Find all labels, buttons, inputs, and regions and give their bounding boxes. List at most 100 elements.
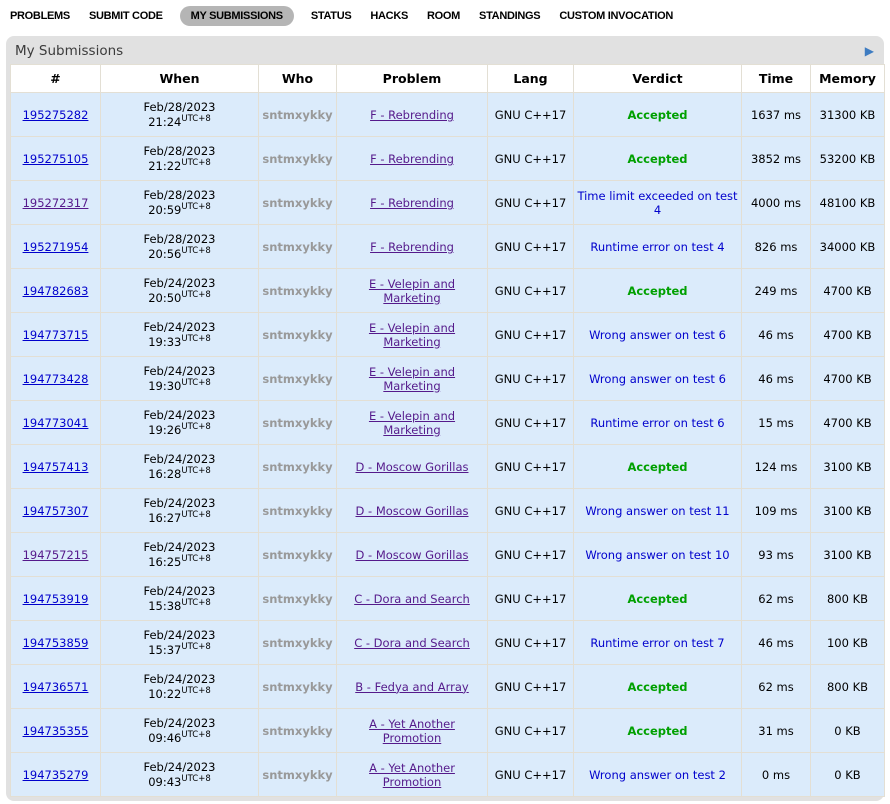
submission-date: Feb/24/2023 — [104, 452, 255, 466]
verdict-text[interactable]: Accepted — [627, 460, 687, 474]
problem-link[interactable]: F - Rebrending — [370, 196, 454, 210]
verdict-text[interactable]: Runtime error on test 7 — [590, 636, 724, 650]
problem-link[interactable]: C - Dora and Search — [354, 592, 470, 606]
verdict-text[interactable]: Accepted — [627, 108, 687, 122]
user-handle[interactable]: sntmxykky — [262, 328, 332, 342]
verdict-text[interactable]: Accepted — [627, 592, 687, 606]
submission-id-link[interactable]: 194782683 — [23, 284, 89, 298]
submission-id-link[interactable]: 194773041 — [23, 416, 89, 430]
user-handle[interactable]: sntmxykky — [262, 768, 332, 782]
submission-time: 09:46UTC+8 — [104, 730, 255, 745]
verdict-text[interactable]: Wrong answer on test 2 — [589, 768, 726, 782]
submission-id-link[interactable]: 194753859 — [23, 636, 89, 650]
submission-id-link[interactable]: 194773428 — [23, 372, 89, 386]
problem-link[interactable]: E - Velepin and Marketing — [369, 321, 455, 349]
submission-id-link[interactable]: 195275282 — [23, 108, 89, 122]
verdict-text[interactable]: Runtime error on test 4 — [590, 240, 724, 254]
submission-id-link[interactable]: 195271954 — [23, 240, 89, 254]
problem-link[interactable]: D - Moscow Gorillas — [356, 504, 469, 518]
submission-lang: GNU C++17 — [488, 533, 574, 577]
submission-date: Feb/24/2023 — [104, 584, 255, 598]
user-handle[interactable]: sntmxykky — [262, 240, 332, 254]
user-handle[interactable]: sntmxykky — [262, 196, 332, 210]
problem-link[interactable]: C - Dora and Search — [354, 636, 470, 650]
problem-link[interactable]: A - Yet Another Promotion — [369, 761, 455, 789]
user-handle[interactable]: sntmxykky — [262, 372, 332, 386]
submission-id-link[interactable]: 194757413 — [23, 460, 89, 474]
submission-id-link[interactable]: 194773715 — [23, 328, 89, 342]
timezone-label: UTC+8 — [181, 774, 210, 784]
verdict-text[interactable]: Wrong answer on test 6 — [589, 328, 726, 342]
problem-link[interactable]: F - Rebrending — [370, 152, 454, 166]
problem-link[interactable]: F - Rebrending — [370, 108, 454, 122]
nav-item-room[interactable]: ROOM — [425, 6, 462, 26]
submission-when: Feb/28/2023 21:22UTC+8 — [101, 137, 259, 181]
submission-time: 10:22UTC+8 — [104, 686, 255, 701]
problem-link[interactable]: E - Velepin and Marketing — [369, 365, 455, 393]
nav-item-problems[interactable]: PROBLEMS — [8, 6, 72, 26]
nav-item-custom-invocation[interactable]: CUSTOM INVOCATION — [557, 6, 675, 26]
submission-id-link[interactable]: 194753919 — [23, 592, 89, 606]
verdict-text[interactable]: Time limit exceeded on test 4 — [577, 189, 737, 217]
submission-date: Feb/24/2023 — [104, 760, 255, 774]
submission-memory: 48100 KB — [811, 181, 885, 225]
problem-link[interactable]: E - Velepin and Marketing — [369, 409, 455, 437]
verdict-text[interactable]: Runtime error on test 6 — [590, 416, 724, 430]
nav-item-status[interactable]: STATUS — [309, 6, 354, 26]
submissions-table: # When Who Problem Lang Verdict Time Mem… — [10, 64, 885, 797]
submission-date: Feb/24/2023 — [104, 320, 255, 334]
submission-date: Feb/24/2023 — [104, 628, 255, 642]
user-handle[interactable]: sntmxykky — [262, 460, 332, 474]
header-time: Time — [742, 65, 811, 93]
timezone-label: UTC+8 — [181, 642, 210, 652]
submission-date: Feb/24/2023 — [104, 496, 255, 510]
verdict-text[interactable]: Wrong answer on test 11 — [585, 504, 729, 518]
nav-item-my-submissions[interactable]: MY SUBMISSIONS — [180, 6, 294, 26]
user-handle[interactable]: sntmxykky — [262, 152, 332, 166]
submission-id-link[interactable]: 195272317 — [23, 196, 89, 210]
submission-lang: GNU C++17 — [488, 269, 574, 313]
expand-arrow-icon[interactable]: ▶ — [865, 45, 874, 57]
verdict-text[interactable]: Accepted — [627, 152, 687, 166]
nav-item-submit-code[interactable]: SUBMIT CODE — [87, 6, 165, 26]
submission-id-link[interactable]: 194735279 — [23, 768, 89, 782]
panel-title: My Submissions — [15, 43, 123, 59]
nav-item-hacks[interactable]: HACKS — [368, 6, 410, 26]
table-header-row: # When Who Problem Lang Verdict Time Mem… — [11, 65, 885, 93]
user-handle[interactable]: sntmxykky — [262, 284, 332, 298]
problem-link[interactable]: A - Yet Another Promotion — [369, 717, 455, 745]
verdict-text[interactable]: Accepted — [627, 284, 687, 298]
problem-link[interactable]: D - Moscow Gorillas — [356, 460, 469, 474]
timezone-label: UTC+8 — [181, 202, 210, 212]
user-handle[interactable]: sntmxykky — [262, 548, 332, 562]
submission-lang: GNU C++17 — [488, 93, 574, 137]
user-handle[interactable]: sntmxykky — [262, 108, 332, 122]
submission-when: Feb/24/2023 09:43UTC+8 — [101, 753, 259, 797]
submission-id-link[interactable]: 194757307 — [23, 504, 89, 518]
submission-time: 16:27UTC+8 — [104, 510, 255, 525]
problem-link[interactable]: B - Fedya and Array — [355, 680, 468, 694]
verdict-text[interactable]: Accepted — [627, 724, 687, 738]
timezone-label: UTC+8 — [181, 246, 210, 256]
problem-link[interactable]: D - Moscow Gorillas — [356, 548, 469, 562]
problem-link[interactable]: F - Rebrending — [370, 240, 454, 254]
nav-item-standings[interactable]: STANDINGS — [477, 6, 542, 26]
verdict-text[interactable]: Wrong answer on test 10 — [585, 548, 729, 562]
submission-id-link[interactable]: 195275105 — [23, 152, 89, 166]
submission-lang: GNU C++17 — [488, 665, 574, 709]
submission-memory: 800 KB — [811, 577, 885, 621]
submission-id-link[interactable]: 194735355 — [23, 724, 89, 738]
user-handle[interactable]: sntmxykky — [262, 592, 332, 606]
user-handle[interactable]: sntmxykky — [262, 636, 332, 650]
user-handle[interactable]: sntmxykky — [262, 416, 332, 430]
verdict-text[interactable]: Wrong answer on test 6 — [589, 372, 726, 386]
user-handle[interactable]: sntmxykky — [262, 504, 332, 518]
problem-link[interactable]: E - Velepin and Marketing — [369, 277, 455, 305]
submission-time: 15:37UTC+8 — [104, 642, 255, 657]
user-handle[interactable]: sntmxykky — [262, 724, 332, 738]
user-handle[interactable]: sntmxykky — [262, 680, 332, 694]
table-row: 194757307 Feb/24/2023 16:27UTC+8 sntmxyk… — [11, 489, 885, 533]
verdict-text[interactable]: Accepted — [627, 680, 687, 694]
submission-id-link[interactable]: 194757215 — [23, 548, 89, 562]
submission-id-link[interactable]: 194736571 — [23, 680, 89, 694]
